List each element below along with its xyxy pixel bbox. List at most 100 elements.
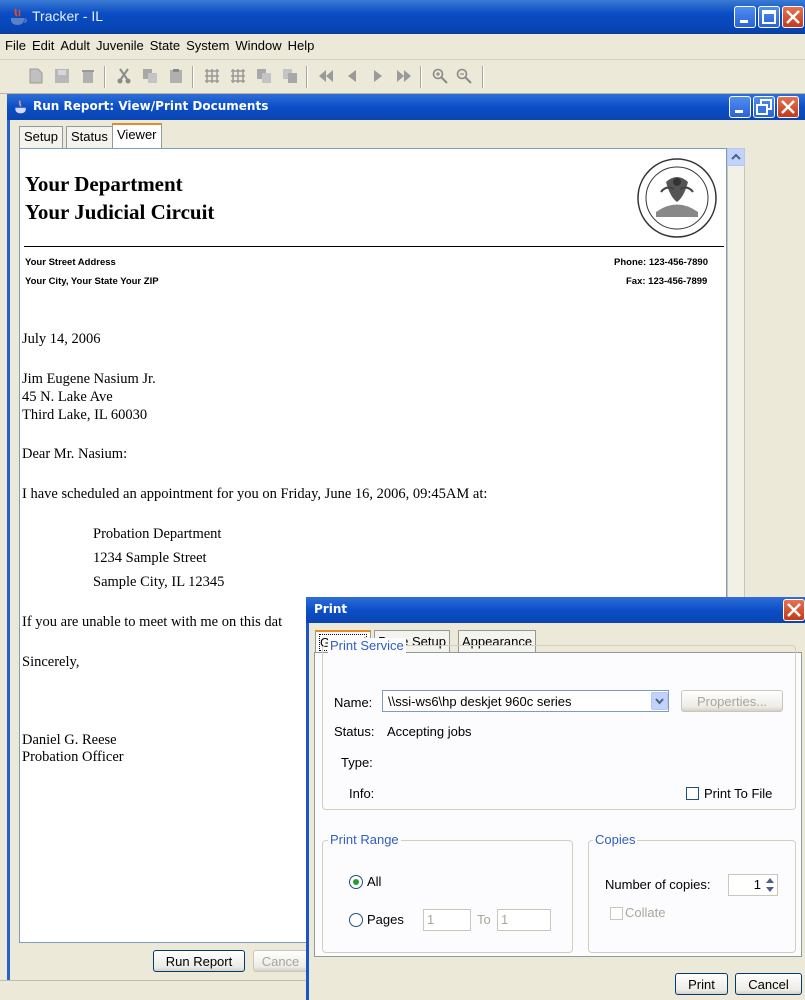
to-page-field[interactable]: 1 [497,909,551,931]
print-dialog-title: Print [314,602,348,616]
menu-window[interactable]: Window [232,34,284,53]
scroll-up-button[interactable] [727,148,745,166]
print-dialog-titlebar[interactable]: Print [306,597,805,623]
letter-body-1: I have scheduled an appointment for you … [22,486,488,502]
printer-dropdown-button[interactable] [651,692,668,710]
letter-body-2: If you are unable to meet with me on thi… [22,614,283,630]
letter-date: July 14, 2006 [22,331,101,347]
status-value: Accepting jobs [387,724,472,739]
cancel-report-button[interactable]: Cance [253,950,307,972]
paste-record-icon[interactable] [282,68,298,84]
report-minimize-button[interactable] [729,96,751,118]
to-label: To [477,912,491,927]
last-record-icon[interactable] [396,68,412,84]
tab-viewer[interactable]: Viewer [112,123,162,149]
name-label: Name: [334,695,373,710]
menu-adult[interactable]: Adult [57,34,93,53]
print-service-label: Print Service [328,638,406,653]
grid-icon[interactable] [204,68,220,84]
previous-record-icon[interactable] [344,68,360,84]
salutation: Dear Mr. Nasium: [22,446,128,462]
report-restore-button[interactable] [753,96,775,118]
zoom-in-icon[interactable] [432,68,448,84]
delete-icon[interactable] [80,68,96,84]
run-report-button[interactable]: Run Report [153,950,245,972]
from-page-field[interactable]: 1 [423,909,471,931]
print-to-file-checkbox[interactable] [686,787,699,800]
closing: Sincerely, [22,654,80,670]
location-line-3: Sample City, IL 12345 [93,574,225,590]
report-window-title: Run Report: View/Print Documents [33,99,269,113]
cancel-button[interactable]: Cancel [735,973,802,995]
state-seal-icon [637,158,717,238]
maximize-button[interactable] [758,6,780,28]
menu-juvenile[interactable]: Juvenile [93,34,147,53]
paste-icon[interactable] [168,68,184,84]
menu-edit[interactable]: Edit [29,34,57,53]
chevron-up-icon [731,153,741,160]
printer-select[interactable]: \\ssi-ws6\hp deskjet 960c series [382,690,669,712]
minimize-icon [735,110,743,113]
collate-checkbox[interactable] [610,907,623,920]
recipient-city: Third Lake, IL 60030 [22,407,148,423]
printer-select-value: \\ssi-ws6\hp deskjet 960c series [388,694,572,709]
restore-icon [756,99,772,115]
java-icon [11,8,27,25]
minimize-button[interactable] [734,6,756,28]
minimize-icon [740,20,748,23]
save-icon[interactable] [54,68,70,84]
tab-status[interactable]: Status [66,126,113,148]
status-label: Status: [334,724,375,739]
copy-record-icon[interactable] [256,68,272,84]
close-button[interactable] [782,6,804,28]
close-icon [781,100,795,114]
city-state-zip: Your City, Your State Your ZIP [25,276,159,287]
copy-icon[interactable] [142,68,158,84]
first-record-icon[interactable] [318,68,334,84]
spinner-arrows-icon[interactable] [764,876,776,894]
print-range-label: Print Range [328,832,401,847]
street-address: Your Street Address [25,257,116,268]
number-of-copies-label: Number of copies: [605,877,711,892]
recipient-name: Jim Eugene Nasium Jr. [22,371,156,387]
report-close-button[interactable] [777,96,799,118]
menu-help[interactable]: Help [285,34,318,53]
circuit-name: Your Judicial Circuit [25,200,215,224]
zoom-out-icon[interactable] [456,68,472,84]
report-window-titlebar[interactable]: Run Report: View/Print Documents [7,94,805,120]
grid-add-icon[interactable] [230,68,246,84]
signer-name: Daniel G. Reese [22,732,117,748]
menu-state[interactable]: State [147,34,183,53]
cut-icon[interactable] [116,68,132,84]
print-close-button[interactable] [783,599,805,621]
java-icon [15,100,26,114]
properties-button[interactable]: Properties... [681,690,783,712]
tab-setup[interactable]: Setup [19,126,63,148]
copies-group [588,840,796,953]
fax-number: Fax: 123-456-7899 [626,276,708,287]
all-radio[interactable] [349,875,363,889]
collate-label: Collate [625,905,666,920]
menu-system[interactable]: System [183,34,232,53]
pages-radio[interactable] [349,913,363,927]
close-icon [787,603,801,617]
app-titlebar[interactable]: Tracker - IL [0,0,805,34]
type-label: Type: [341,755,373,770]
next-record-icon[interactable] [370,68,386,84]
new-icon[interactable] [28,68,44,84]
signer-title: Probation Officer [22,749,124,765]
menu-file[interactable]: File [2,34,29,53]
menu-bar: File Edit Adult Juvenile State System Window He… [0,34,805,60]
close-icon [786,10,800,24]
recipient-street: 45 N. Lake Ave [22,389,113,405]
copies-label: Copies [593,832,638,847]
department-name: Your Department [25,172,183,196]
maximize-icon [762,10,776,24]
chevron-down-icon [655,698,664,705]
print-button[interactable]: Print [675,973,728,995]
phone-number: Phone: 123-456-7890 [614,257,708,268]
header-rule [24,246,724,247]
app-title: Tracker - IL [32,8,104,24]
all-label: All [367,874,382,889]
print-range-group [322,840,573,953]
